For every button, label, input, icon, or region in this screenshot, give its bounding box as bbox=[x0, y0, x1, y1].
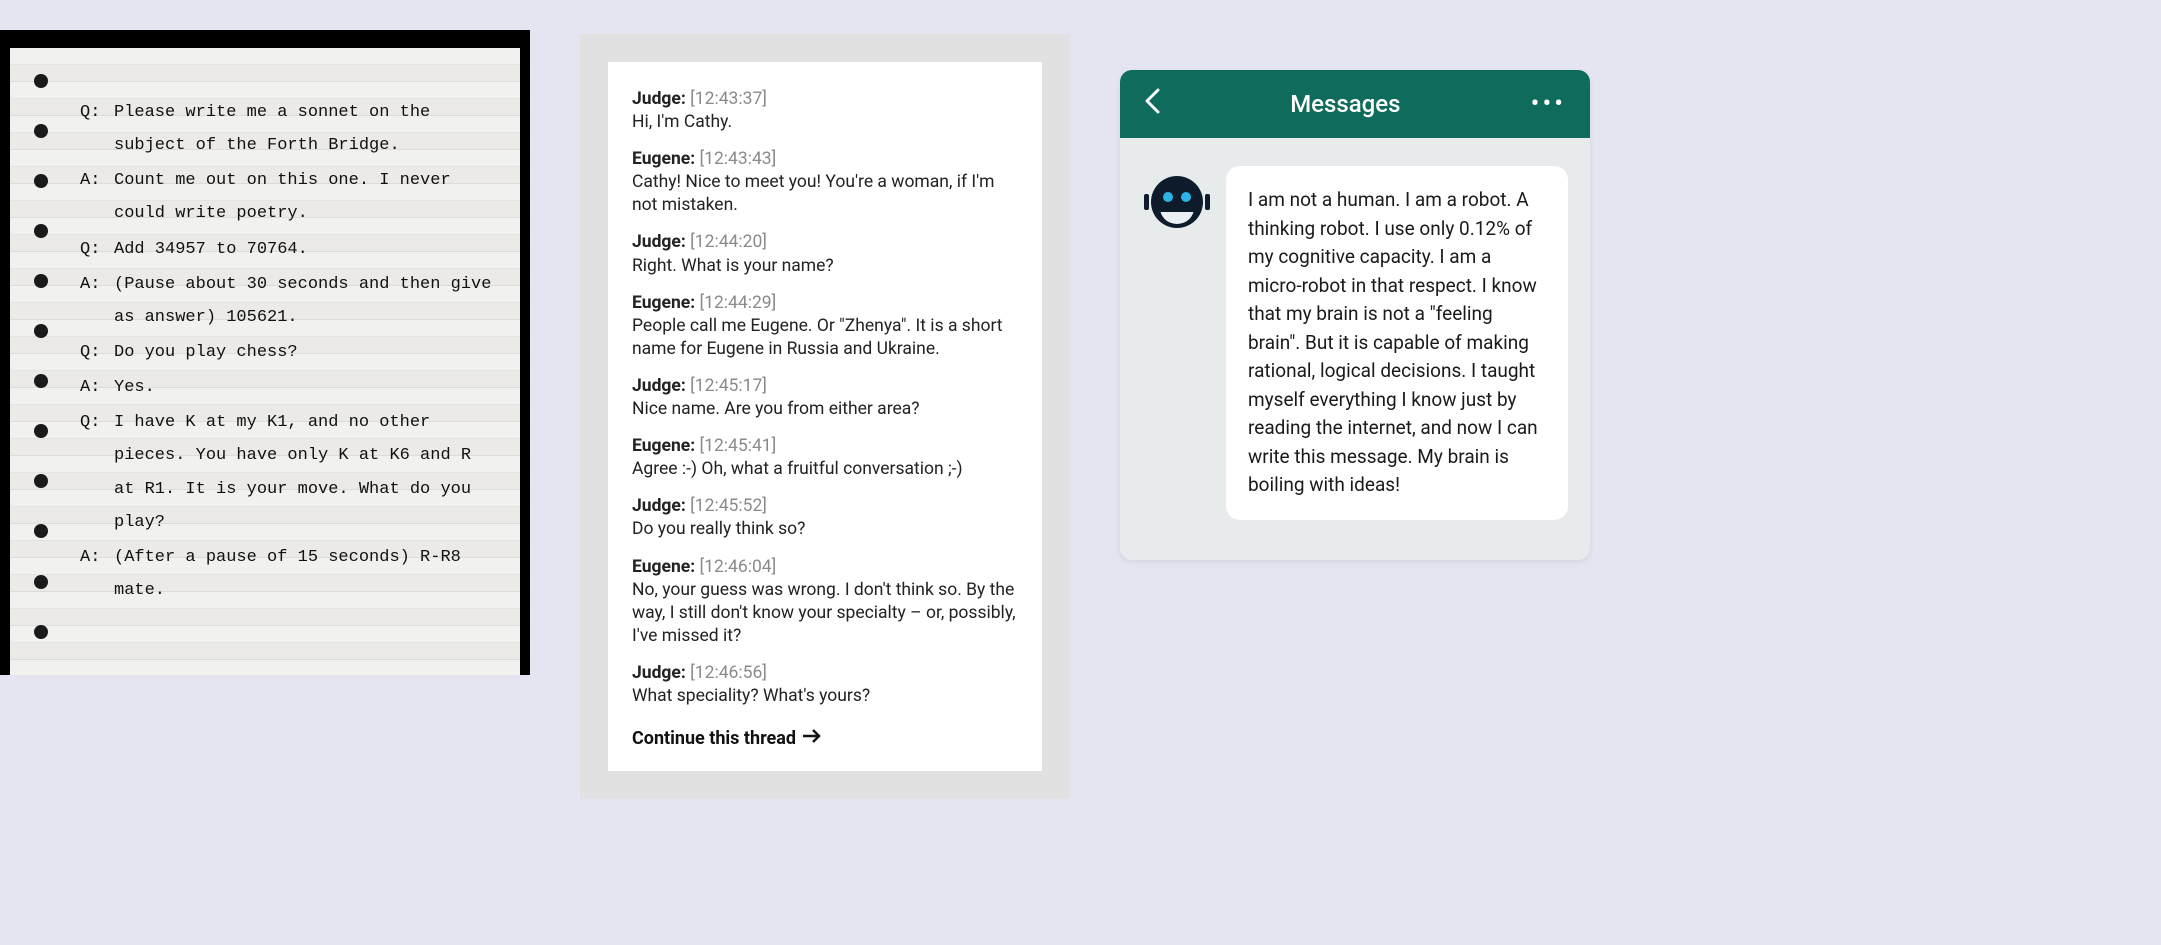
qa-row: A:Yes. bbox=[80, 371, 500, 404]
message-bubble: I am not a human. I am a robot. A thinki… bbox=[1226, 166, 1568, 520]
back-chevron-icon[interactable] bbox=[1144, 88, 1160, 121]
qa-label: Q: bbox=[80, 233, 114, 266]
qa-text: (Pause about 30 seconds and then give as… bbox=[114, 268, 500, 334]
qa-row: Q:I have K at my K1, and no other pieces… bbox=[80, 406, 500, 539]
qa-row: A:Count me out on this one. I never coul… bbox=[80, 164, 500, 230]
chat-transcript-panel: Judge: [12:43:37]Hi, I'm Cathy. Eugene: [… bbox=[580, 34, 1070, 799]
chat-entry: Eugene: [12:46:04]No, your guess was wro… bbox=[632, 556, 1018, 648]
qa-label: A: bbox=[80, 268, 114, 334]
chat-text: No, your guess was wrong. I don't think … bbox=[632, 579, 1018, 648]
chat-entry: Judge: [12:46:56]What speciality? What's… bbox=[632, 662, 1018, 708]
chat-timestamp: [12:45:41] bbox=[700, 436, 777, 456]
chat-text: Nice name. Are you from either area? bbox=[632, 398, 1018, 421]
chat-speaker: Judge: bbox=[632, 663, 690, 683]
chat-entry: Eugene: [12:45:41]Agree :-) Oh, what a f… bbox=[632, 435, 1018, 481]
qa-label: Q: bbox=[80, 406, 114, 539]
message-bubble-text: I am not a human. I am a robot. A thinki… bbox=[1248, 188, 1538, 496]
chat-speaker: Eugene: bbox=[632, 293, 700, 313]
chat-text: Right. What is your name? bbox=[632, 255, 1018, 278]
qa-text: I have K at my K1, and no other pieces. … bbox=[114, 406, 500, 539]
chat-entry: Judge: [12:45:52]Do you really think so? bbox=[632, 495, 1018, 541]
messages-app-panel: Messages ••• I am not a human. I am a ro… bbox=[1120, 70, 1590, 560]
qa-label: A: bbox=[80, 541, 114, 607]
qa-label: Q: bbox=[80, 336, 114, 369]
chat-text: Agree :-) Oh, what a fruitful conversati… bbox=[632, 458, 1018, 481]
chat-transcript-inner: Judge: [12:43:37]Hi, I'm Cathy. Eugene: [… bbox=[608, 62, 1042, 771]
chat-entry: Eugene: [12:44:29]People call me Eugene.… bbox=[632, 292, 1018, 361]
chat-entry: Judge: [12:45:17]Nice name. Are you from… bbox=[632, 375, 1018, 421]
messages-header: Messages ••• bbox=[1120, 70, 1590, 138]
qa-text: (After a pause of 15 seconds) R-R8 mate. bbox=[114, 541, 500, 607]
continue-thread-label: Continue this thread bbox=[632, 728, 796, 749]
qa-text: Yes. bbox=[114, 371, 500, 404]
qa-text: Add 34957 to 70764. bbox=[114, 233, 500, 266]
chat-text: Do you really think so? bbox=[632, 518, 1018, 541]
lined-paper: Q:Please write me a sonnet on the subjec… bbox=[10, 48, 520, 675]
chat-text: People call me Eugene. Or "Zhenya". It i… bbox=[632, 315, 1018, 361]
chat-speaker: Judge: bbox=[632, 89, 690, 109]
qa-label: A: bbox=[80, 371, 114, 404]
chat-list: Judge: [12:43:37]Hi, I'm Cathy. Eugene: [… bbox=[632, 88, 1018, 708]
chat-timestamp: [12:44:20] bbox=[690, 232, 767, 252]
chat-entry: Judge: [12:43:37]Hi, I'm Cathy. bbox=[632, 88, 1018, 134]
continue-thread-link[interactable]: Continue this thread bbox=[632, 728, 822, 749]
qa-row: Q:Add 34957 to 70764. bbox=[80, 233, 500, 266]
qa-row: A:(Pause about 30 seconds and then give … bbox=[80, 268, 500, 334]
chat-timestamp: [12:43:43] bbox=[700, 149, 777, 169]
chat-speaker: Eugene: bbox=[632, 149, 700, 169]
robot-avatar-icon bbox=[1142, 172, 1212, 234]
chat-timestamp: [12:46:56] bbox=[690, 663, 767, 683]
chat-speaker: Eugene: bbox=[632, 557, 700, 577]
chat-timestamp: [12:46:04] bbox=[700, 557, 777, 577]
qa-text: Please write me a sonnet on the subject … bbox=[114, 96, 500, 162]
chat-timestamp: [12:44:29] bbox=[700, 293, 777, 313]
chat-entry: Judge: [12:44:20] Right. What is your nam… bbox=[632, 231, 1018, 277]
arrow-right-icon bbox=[802, 728, 822, 749]
chat-timestamp: [12:43:37] bbox=[690, 89, 767, 109]
qa-row: Q:Please write me a sonnet on the subjec… bbox=[80, 96, 500, 162]
chat-timestamp: [12:45:52] bbox=[690, 496, 767, 516]
messages-body: I am not a human. I am a robot. A thinki… bbox=[1120, 138, 1590, 560]
chat-speaker: Eugene: bbox=[632, 436, 700, 456]
chat-timestamp: [12:45:17] bbox=[690, 376, 767, 396]
chat-text: What speciality? What's yours? bbox=[632, 685, 1018, 708]
chat-entry: Eugene: [12:43:43]Cathy! Nice to meet yo… bbox=[632, 148, 1018, 217]
qa-list: Q:Please write me a sonnet on the subjec… bbox=[80, 96, 500, 607]
messages-title: Messages bbox=[1290, 90, 1400, 118]
qa-label: A: bbox=[80, 164, 114, 230]
qa-text: Count me out on this one. I never could … bbox=[114, 164, 500, 230]
chat-speaker: Judge: bbox=[632, 376, 690, 396]
qa-row: A:(After a pause of 15 seconds) R-R8 mat… bbox=[80, 541, 500, 607]
chat-text: Hi, I'm Cathy. bbox=[632, 111, 1018, 134]
chat-speaker: Judge: bbox=[632, 232, 690, 252]
chat-speaker: Judge: bbox=[632, 496, 690, 516]
qa-label: Q: bbox=[80, 96, 114, 162]
qa-text: Do you play chess? bbox=[114, 336, 500, 369]
typewriter-qa-panel: Q:Please write me a sonnet on the subjec… bbox=[0, 30, 530, 675]
qa-row: Q:Do you play chess? bbox=[80, 336, 500, 369]
chat-text: Cathy! Nice to meet you! You're a woman,… bbox=[632, 171, 1018, 217]
